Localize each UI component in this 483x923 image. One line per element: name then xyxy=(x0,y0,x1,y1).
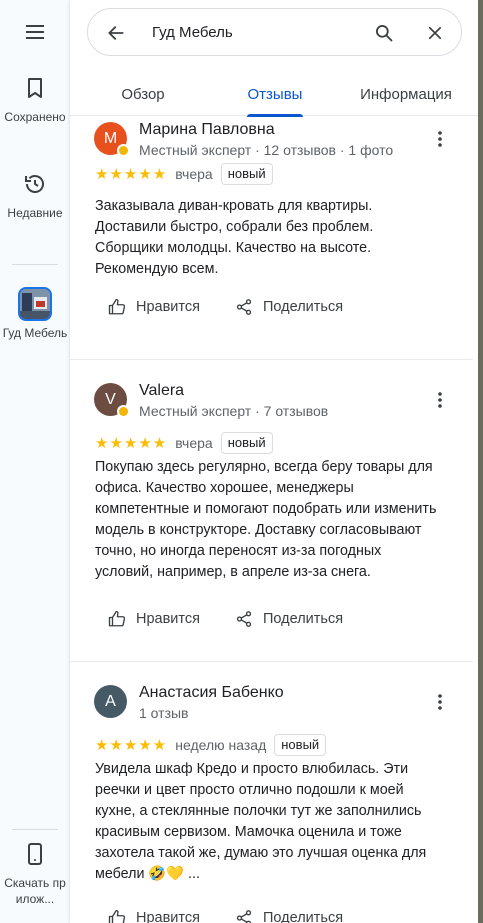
review-text: Покупаю здесь регулярно, всегда беру тов… xyxy=(95,459,437,580)
like-button[interactable]: Нравится xyxy=(108,610,200,628)
review-card: А Анастасия Бабенко 1 отзыв ★★★★★ неделю… xyxy=(70,662,473,923)
saved-button[interactable]: Сохранено xyxy=(0,76,70,125)
search-box[interactable]: Гуд Мебель xyxy=(87,8,462,56)
place-panel: Гуд Мебель Обзор Отзывы Информация М Мар… xyxy=(70,0,478,923)
tab-reviews[interactable]: Отзывы xyxy=(230,72,320,117)
search-input[interactable]: Гуд Мебель xyxy=(152,24,233,41)
share-label: Поделиться xyxy=(263,611,344,627)
like-label: Нравится xyxy=(136,910,200,923)
review-date: вчера xyxy=(175,166,213,182)
review-author[interactable]: Марина Павловна xyxy=(139,121,275,139)
like-label: Нравится xyxy=(136,299,200,315)
share-button[interactable]: Поделиться xyxy=(235,298,343,316)
review-meta: Местный эксперт · 12 отзывов · 1 фото xyxy=(139,142,394,158)
tab-info[interactable]: Информация xyxy=(356,72,456,116)
download-app-label: Скачать прилож... xyxy=(4,876,66,906)
more-options-icon[interactable] xyxy=(430,129,450,149)
like-button[interactable]: Нравится xyxy=(108,909,200,923)
search-icon[interactable] xyxy=(372,21,396,45)
star-rating: ★★★★★ xyxy=(95,435,168,452)
rail-divider xyxy=(12,264,58,265)
tab-bar: Обзор Отзывы Информация xyxy=(70,72,478,117)
phone-icon xyxy=(23,842,47,871)
like-button[interactable]: Нравится xyxy=(108,298,200,316)
review-date: вчера xyxy=(175,435,213,451)
review-meta: Местный эксперт · 7 отзывов xyxy=(139,403,329,419)
tab-overview[interactable]: Обзор xyxy=(98,72,188,116)
recent-label: Недавние xyxy=(7,206,63,220)
new-badge: новый xyxy=(220,163,273,185)
new-badge: новый xyxy=(220,432,273,454)
history-icon xyxy=(23,172,47,201)
review-card: V Valera Местный эксперт · 7 отзывов ★★★… xyxy=(70,360,473,662)
avatar[interactable]: V xyxy=(94,383,130,418)
bookmark-icon xyxy=(23,76,47,105)
thumbs-up-icon xyxy=(108,610,126,627)
new-badge: новый xyxy=(274,734,327,756)
saved-label: Сохранено xyxy=(4,110,66,124)
avatar-initial: А xyxy=(105,692,116,710)
place-label: Гуд Мебель xyxy=(2,326,68,340)
tab-reviews-label: Отзывы xyxy=(247,85,303,103)
avatar[interactable]: М xyxy=(94,122,130,157)
review-author[interactable]: Valera xyxy=(139,382,184,400)
tab-info-label: Информация xyxy=(360,85,452,103)
place-thumbnail xyxy=(18,287,52,321)
more-options-icon[interactable] xyxy=(430,390,450,410)
review-author[interactable]: Анастасия Бабенко xyxy=(139,684,284,702)
tab-overview-label: Обзор xyxy=(121,85,165,103)
local-guide-badge-icon xyxy=(117,405,130,418)
share-button[interactable]: Поделиться xyxy=(235,610,343,628)
thumbs-up-icon xyxy=(108,909,126,923)
share-icon xyxy=(236,611,252,627)
back-arrow-icon[interactable] xyxy=(104,21,128,45)
thumbs-up-icon xyxy=(108,298,126,315)
share-icon xyxy=(236,910,252,923)
share-icon xyxy=(236,299,252,315)
hamburger-menu-icon xyxy=(23,20,47,49)
review-text: Увидела шкаф Кредо и просто влюбилась. Э… xyxy=(95,761,427,882)
left-rail: Сохранено Недавние Гуд Мебель Скачать пр… xyxy=(0,0,70,923)
review-date: неделю назад xyxy=(175,737,267,753)
recent-button[interactable]: Недавние xyxy=(0,172,70,221)
map-edge xyxy=(478,0,483,923)
share-button[interactable]: Поделиться xyxy=(235,909,343,923)
share-label: Поделиться xyxy=(263,299,344,315)
avatar-initial: V xyxy=(105,390,116,408)
star-rating: ★★★★★ xyxy=(95,166,168,183)
local-guide-badge-icon xyxy=(117,144,130,157)
close-icon[interactable] xyxy=(423,21,447,45)
rail-divider-bottom xyxy=(12,829,58,830)
avatar[interactable]: А xyxy=(94,685,127,718)
avatar-initial: М xyxy=(103,129,118,147)
place-shortcut[interactable]: Гуд Мебель xyxy=(0,287,70,341)
review-card: М Марина Павловна Местный эксперт · 12 о… xyxy=(70,117,473,360)
more-options-icon[interactable] xyxy=(430,692,450,712)
star-rating: ★★★★★ xyxy=(95,737,168,754)
menu-button[interactable] xyxy=(0,20,70,49)
reviews-list: М Марина Павловна Местный эксперт · 12 о… xyxy=(70,117,478,923)
like-label: Нравится xyxy=(136,611,200,627)
share-label: Поделиться xyxy=(263,910,344,923)
review-meta: 1 отзыв xyxy=(139,705,189,721)
download-app-button[interactable]: Скачать прилож... xyxy=(0,842,70,907)
rating-row: ★★★★★ вчера новый xyxy=(95,431,273,455)
review-text: Заказывала диван-кровать для квартиры. Д… xyxy=(95,198,374,277)
rating-row: ★★★★★ неделю назад новый xyxy=(95,733,327,757)
rating-row: ★★★★★ вчера новый xyxy=(95,162,273,186)
